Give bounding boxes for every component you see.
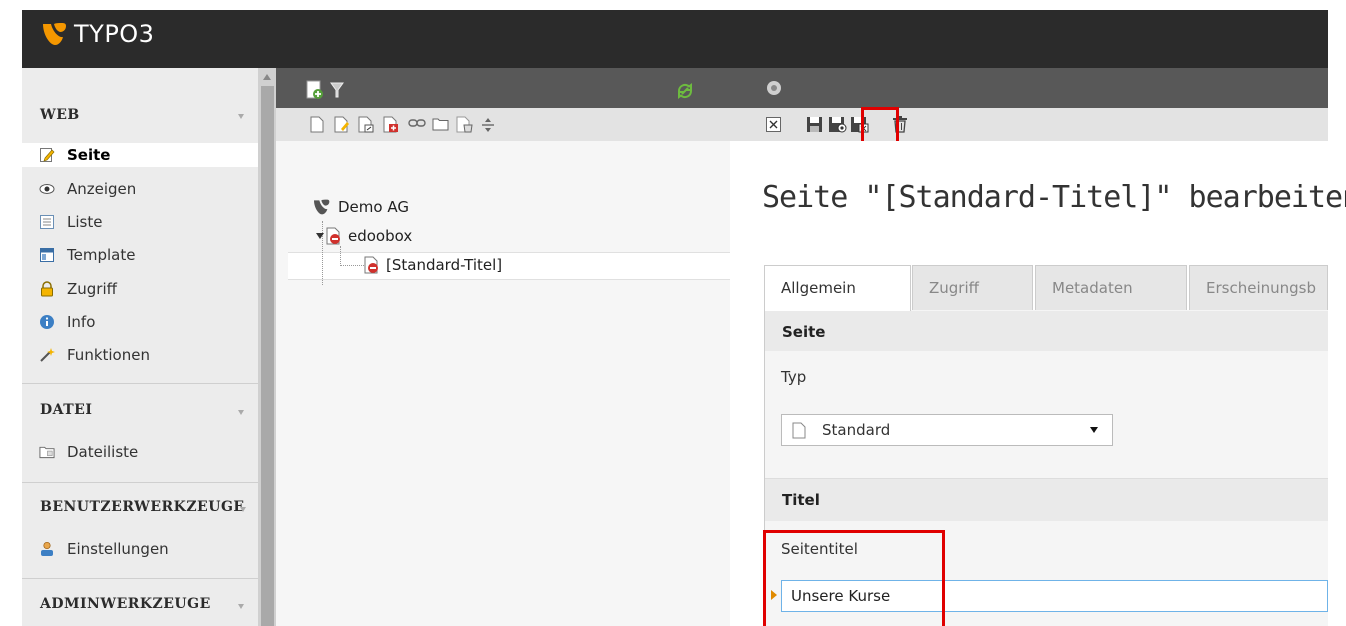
- doc-header: [730, 68, 1328, 108]
- user-settings-icon: [39, 541, 55, 557]
- tree-node-label: Demo AG: [338, 198, 409, 216]
- tree-node-edoobox[interactable]: edoobox: [316, 227, 412, 245]
- lock-icon: [39, 281, 55, 297]
- page-shortcut-icon[interactable]: [358, 116, 374, 133]
- menu-item-label: Anzeigen: [67, 180, 137, 198]
- menu-item-label: Info: [67, 313, 96, 331]
- menu-item-label: Dateiliste: [67, 443, 139, 461]
- brand-name: TYPO3: [74, 20, 155, 48]
- tab-zugriff[interactable]: Zugriff: [912, 265, 1033, 311]
- menu-item-label: Zugriff: [67, 280, 117, 298]
- chevron-down-icon[interactable]: [238, 604, 244, 609]
- highlight-seitentitel: [763, 530, 945, 626]
- close-icon[interactable]: [766, 117, 781, 132]
- menu-item-label: Liste: [67, 213, 103, 231]
- menu-item-label: Funktionen: [67, 346, 150, 364]
- menu-item-funktionen[interactable]: Funktionen: [22, 343, 258, 367]
- chevron-down-icon[interactable]: [238, 114, 244, 119]
- page-link-icon[interactable]: [408, 118, 426, 128]
- tab-allgemein[interactable]: Allgemein: [764, 265, 911, 311]
- spacer-icon[interactable]: [481, 118, 495, 132]
- menu-item-template[interactable]: Template: [22, 243, 258, 267]
- folder-icon: [39, 444, 55, 460]
- typo3-logo-icon: [43, 23, 66, 45]
- new-page-icon[interactable]: [306, 80, 324, 100]
- recycler-icon[interactable]: [456, 116, 474, 133]
- save-icon[interactable]: [806, 116, 823, 133]
- menu-group-adminwerkzeuge[interactable]: ADMINWERKZEUGE: [40, 596, 211, 612]
- wand-icon: [39, 347, 55, 363]
- tree-node-label: edoobox: [348, 227, 413, 245]
- page-mountpoint-icon[interactable]: [383, 116, 399, 133]
- tree-node-standard-titel[interactable]: [Standard-Titel]: [364, 256, 502, 274]
- chevron-down-icon[interactable]: [238, 410, 244, 415]
- typ-select[interactable]: Standard: [781, 414, 1113, 446]
- section-header-seite: Seite: [765, 311, 1328, 351]
- field-label-typ: Typ: [781, 368, 807, 386]
- menu-group-benutzerwerkzeuge[interactable]: BENUTZERWERKZEUGE: [40, 499, 245, 515]
- page-backend-section-icon[interactable]: [334, 116, 350, 133]
- eye-icon: [39, 181, 55, 197]
- menu-item-info[interactable]: Info: [22, 310, 258, 334]
- tree-guide-line: [340, 246, 341, 266]
- menu-item-label: Seite: [67, 146, 111, 164]
- menu-item-einstellungen[interactable]: Einstellungen: [22, 537, 258, 561]
- menu-group-web[interactable]: WEB: [40, 107, 80, 123]
- save-and-view-icon[interactable]: [828, 116, 847, 133]
- menu-item-liste[interactable]: Liste: [22, 210, 258, 234]
- scroll-up-arrow-icon[interactable]: [263, 74, 271, 80]
- typo3-root-icon: [314, 199, 330, 215]
- template-icon: [39, 247, 55, 263]
- refresh-icon[interactable]: [676, 82, 694, 100]
- section-header-titel: Titel: [765, 479, 1328, 521]
- page-title: Seite "[Standard-Titel]" bearbeiten: [762, 180, 1346, 215]
- menu-item-seite[interactable]: Seite: [22, 143, 258, 167]
- tree-node-demo-ag[interactable]: Demo AG: [312, 198, 409, 216]
- tab-metadaten[interactable]: Metadaten: [1035, 265, 1187, 311]
- page-standard-icon[interactable]: [310, 116, 324, 133]
- tree-node-label: [Standard-Titel]: [386, 256, 503, 274]
- tab-erscheinungsbild[interactable]: Erscheinungsb: [1189, 265, 1328, 311]
- tree-expand-icon[interactable]: [316, 233, 324, 239]
- tree-selected-row[interactable]: [288, 252, 730, 280]
- page-standard-icon: [792, 422, 806, 438]
- chevron-down-icon[interactable]: [240, 507, 246, 512]
- menu-item-anzeigen[interactable]: Anzeigen: [22, 177, 258, 201]
- help-icon[interactable]: [766, 80, 782, 96]
- page-edit-icon: [39, 147, 55, 163]
- menu-item-zugriff[interactable]: Zugriff: [22, 277, 258, 301]
- filter-icon[interactable]: [330, 82, 344, 98]
- menu-separator: [22, 578, 258, 579]
- menu-item-dateiliste[interactable]: Dateiliste: [22, 440, 258, 464]
- top-bar: TYPO3: [22, 10, 1328, 68]
- dropdown-arrow-icon: [1090, 427, 1098, 433]
- list-icon: [39, 214, 55, 230]
- menu-group-datei[interactable]: DATEI: [40, 402, 92, 418]
- page-hidden-icon: [364, 256, 378, 274]
- menu-item-label: Template: [67, 246, 136, 264]
- menu-separator: [22, 482, 258, 483]
- tree-header: [276, 68, 730, 108]
- scrollbar-thumb[interactable]: [261, 86, 274, 626]
- folder-icon[interactable]: [432, 117, 449, 131]
- menu-separator: [22, 383, 258, 384]
- info-icon: [39, 314, 55, 330]
- typo3-logo[interactable]: TYPO3: [40, 20, 154, 48]
- menu-item-label: Einstellungen: [67, 540, 169, 558]
- page-hidden-icon: [326, 227, 340, 245]
- tree-guide-line: [340, 265, 364, 266]
- typ-select-value: Standard: [822, 421, 891, 439]
